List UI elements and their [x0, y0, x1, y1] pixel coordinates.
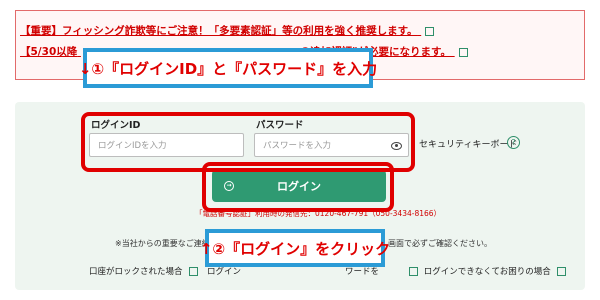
caution-note-left: ※当社からの重要なご連絡	[115, 239, 210, 248]
locked-account-link[interactable]: 口座がロックされた場合	[89, 265, 199, 277]
login-button-highlight-frame	[202, 162, 394, 212]
security-keyboard-link[interactable]: セキュリティキーボード	[419, 137, 517, 150]
help-icon[interactable]: ?	[507, 136, 520, 149]
external-link-icon	[409, 267, 418, 276]
instruction-callout-step1: ↓①『ログインID』と『パスワード』を入力	[79, 48, 377, 88]
cannot-login-link[interactable]: ログインできなくてお困りの場合	[409, 265, 567, 277]
caution-note-right: 画面で必ずご確認ください。	[388, 239, 492, 248]
notice-line-2-left: 【5/30以降	[20, 46, 78, 58]
notice-line-1-text: 【重要】フィッシング詐欺等にご注意！「多要素認証」等の利用を強く推奨します。	[20, 25, 418, 37]
external-link-icon	[458, 47, 468, 57]
locked-account-label: 口座がロックされた場合	[89, 267, 183, 277]
notice-link-mfa[interactable]: 【重要】フィッシング詐欺等にご注意！「多要素認証」等の利用を強く推奨します。	[20, 23, 435, 38]
instruction-callout-step2: ↑②『ログイン』をクリック	[200, 229, 390, 267]
external-link-icon	[189, 267, 199, 276]
external-link-icon	[425, 26, 435, 36]
external-link-icon	[557, 267, 567, 276]
cannot-login-label: ログインできなくてお困りの場合	[423, 267, 551, 277]
